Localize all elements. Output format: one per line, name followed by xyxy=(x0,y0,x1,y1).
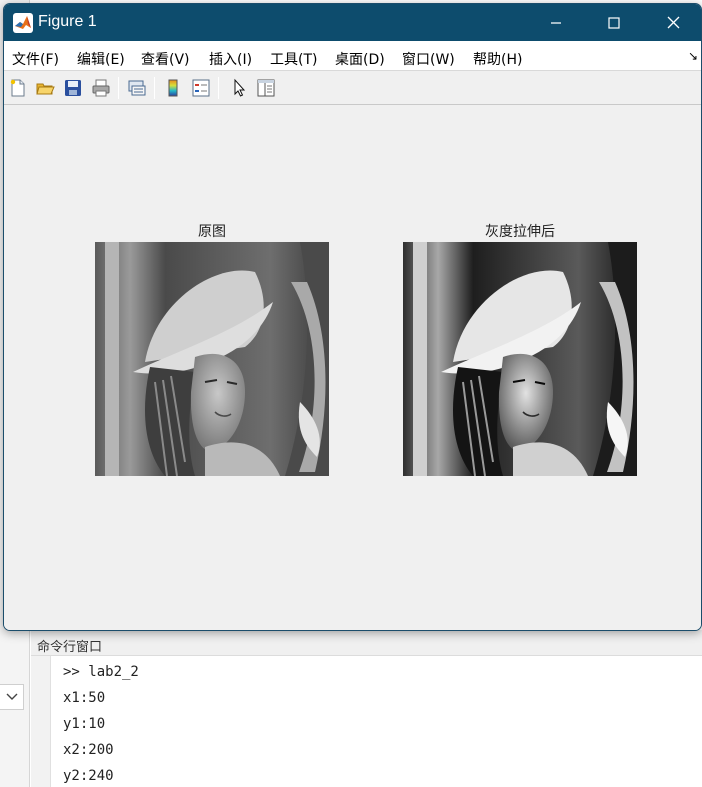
figure-window[interactable]: Figure 1 文件(F) 编辑(E) 查看(V) 插入(I) 工具(T) 桌… xyxy=(3,3,702,631)
colorbar-icon[interactable] xyxy=(161,76,185,100)
command-window-title: 命令行窗口 xyxy=(37,640,103,655)
open-file-icon[interactable] xyxy=(33,76,57,100)
minimize-button[interactable] xyxy=(527,4,585,41)
image-stretched[interactable] xyxy=(403,242,637,476)
menu-window[interactable]: 窗口(W) xyxy=(402,49,455,69)
menu-bar: 文件(F) 编辑(E) 查看(V) 插入(I) 工具(T) 桌面(D) 窗口(W… xyxy=(4,41,701,71)
toolbar-divider xyxy=(218,77,219,99)
command-output-line: x1:50 xyxy=(63,690,106,706)
command-output-line: y1:10 xyxy=(63,716,106,732)
property-inspector-icon[interactable] xyxy=(254,76,278,100)
new-figure-icon[interactable] xyxy=(6,76,30,100)
axes-title-stretched: 灰度拉伸后 xyxy=(485,224,555,240)
command-window-header: 命令行窗口 xyxy=(31,630,702,656)
figure-toolbar xyxy=(4,72,701,105)
legend-icon[interactable] xyxy=(189,76,213,100)
window-title: Figure 1 xyxy=(38,13,97,30)
toolbar-divider xyxy=(118,77,119,99)
menu-tools[interactable]: 工具(T) xyxy=(270,49,317,69)
command-window-gutter xyxy=(31,656,51,787)
command-window-body[interactable]: >> lab2_2 x1:50 y1:10 x2:200 y2:240 xyxy=(31,656,702,787)
figure-canvas[interactable]: 原图 灰度拉伸后 xyxy=(4,105,701,630)
command-output-line: x2:200 xyxy=(63,742,114,758)
edit-plot-pointer-icon[interactable] xyxy=(227,76,251,100)
print-icon[interactable] xyxy=(89,76,113,100)
toolbar-divider xyxy=(154,77,155,99)
dock-arrow-icon[interactable]: ↘ xyxy=(688,49,698,63)
maximize-button[interactable] xyxy=(585,4,643,41)
save-icon[interactable] xyxy=(61,76,85,100)
axes-title-original: 原图 xyxy=(198,224,226,240)
close-button[interactable] xyxy=(644,4,701,41)
link-plot-icon[interactable] xyxy=(125,76,149,100)
title-bar[interactable]: Figure 1 xyxy=(4,4,701,41)
menu-desktop[interactable]: 桌面(D) xyxy=(335,49,385,69)
command-window[interactable]: 命令行窗口 >> lab2_2 x1:50 y1:10 x2:200 y2:24… xyxy=(31,630,702,787)
menu-insert[interactable]: 插入(I) xyxy=(209,49,252,69)
chevron-down-icon[interactable] xyxy=(0,684,24,710)
menu-view[interactable]: 查看(V) xyxy=(141,49,190,69)
menu-file[interactable]: 文件(F) xyxy=(12,49,59,69)
matlab-logo-icon xyxy=(13,13,33,33)
menu-edit[interactable]: 编辑(E) xyxy=(77,49,125,69)
command-output-line: y2:240 xyxy=(63,768,114,784)
command-line: >> lab2_2 xyxy=(63,664,139,680)
image-original[interactable] xyxy=(95,242,329,476)
menu-help[interactable]: 帮助(H) xyxy=(473,49,522,69)
